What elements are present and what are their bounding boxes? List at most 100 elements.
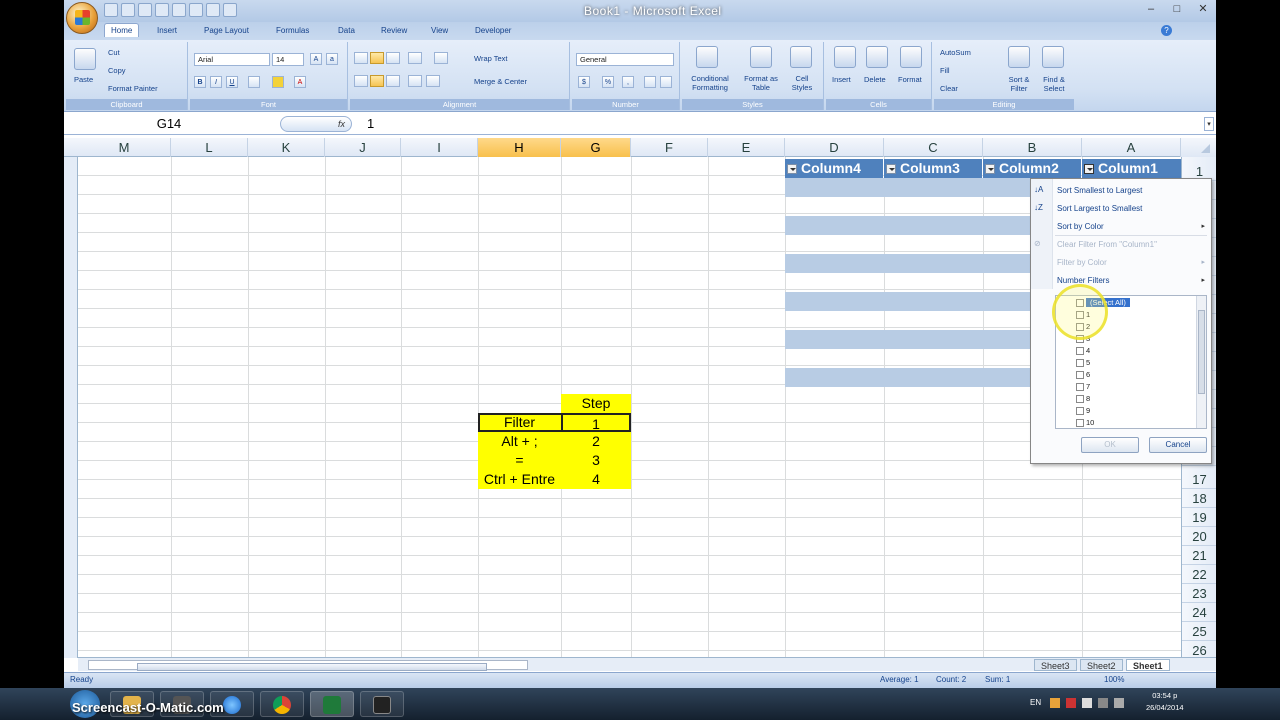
orientation-icon[interactable]: [408, 52, 422, 64]
filter-dropdown-column2[interactable]: [985, 164, 995, 174]
format-icon[interactable]: [155, 3, 169, 17]
delete-cells-button[interactable]: Delete: [864, 75, 886, 84]
insert-cells-icon[interactable]: [834, 46, 856, 68]
col-header-f[interactable]: F: [631, 138, 708, 157]
font-color-icon[interactable]: A: [294, 76, 306, 88]
align-middle-icon[interactable]: [370, 52, 384, 64]
col-header-d[interactable]: D: [785, 138, 884, 157]
formula-input[interactable]: 1: [367, 115, 374, 133]
value-checkbox[interactable]: [1076, 395, 1084, 403]
insert-cells-button[interactable]: Insert: [832, 75, 851, 84]
row-header[interactable]: 18: [1182, 489, 1216, 508]
col-header-c[interactable]: C: [884, 138, 983, 157]
insert-function-button[interactable]: fx: [280, 116, 352, 132]
font-size-select[interactable]: 14: [272, 53, 304, 66]
filter-icon[interactable]: [172, 3, 186, 17]
save-icon[interactable]: [104, 3, 118, 17]
align-bottom-icon[interactable]: [386, 52, 400, 64]
decrease-indent-icon[interactable]: [408, 75, 422, 87]
sheet-tab-sheet2[interactable]: Sheet2: [1080, 659, 1123, 671]
format-painter-button[interactable]: Format Painter: [108, 84, 158, 93]
horizontal-scrollbar[interactable]: Sheet3 Sheet2 Sheet1: [78, 657, 1216, 671]
tab-developer[interactable]: Developer: [469, 24, 517, 37]
sheet-tab-sheet3[interactable]: Sheet3: [1034, 659, 1077, 671]
network-icon[interactable]: [1098, 698, 1108, 708]
align-center-icon[interactable]: [370, 75, 384, 87]
zoom-level[interactable]: 100%: [1104, 675, 1124, 684]
value-checkbox[interactable]: [1076, 359, 1084, 367]
cell-grid[interactable]: Column4 Column3 Column2 Column1 Step Fil…: [78, 157, 1181, 657]
value-label[interactable]: 10: [1086, 418, 1094, 427]
tab-review[interactable]: Review: [375, 24, 413, 37]
paste-icon[interactable]: [74, 48, 96, 70]
col-header-m[interactable]: M: [78, 138, 171, 157]
col-header-i[interactable]: I: [401, 138, 478, 157]
fill-button[interactable]: Fill: [940, 66, 950, 75]
value-label[interactable]: 7: [1086, 382, 1090, 391]
system-clock[interactable]: 03:54 p 26/04/2014: [1146, 690, 1184, 714]
align-right-icon[interactable]: [386, 75, 400, 87]
step-action-cell[interactable]: =: [478, 451, 561, 470]
help-icon[interactable]: ?: [1161, 25, 1172, 36]
tab-page-layout[interactable]: Page Layout: [198, 24, 255, 37]
tab-view[interactable]: View: [425, 24, 454, 37]
filter-dropdown-column3[interactable]: [886, 164, 896, 174]
row-header[interactable]: 21: [1182, 546, 1216, 565]
row-header[interactable]: 22: [1182, 565, 1216, 584]
row-header[interactable]: 23: [1182, 584, 1216, 603]
bold-icon[interactable]: B: [194, 76, 206, 88]
undo-icon[interactable]: [121, 3, 135, 17]
format-as-table-icon[interactable]: [750, 46, 772, 68]
value-checkbox[interactable]: [1076, 371, 1084, 379]
conditional-formatting-icon[interactable]: [696, 46, 718, 68]
row-header[interactable]: 17: [1182, 470, 1216, 489]
shrink-font-icon[interactable]: a: [326, 53, 338, 65]
underline-icon[interactable]: U: [226, 76, 238, 88]
value-label[interactable]: 9: [1086, 406, 1090, 415]
list-scrollbar[interactable]: [1196, 296, 1206, 428]
cut-button[interactable]: Cut: [108, 48, 120, 57]
taskbar-app-excel[interactable]: [310, 691, 354, 717]
value-checkbox[interactable]: [1076, 419, 1084, 427]
preview-icon[interactable]: [223, 3, 237, 17]
increase-indent-icon[interactable]: [426, 75, 440, 87]
number-format-select[interactable]: General: [576, 53, 674, 66]
tab-formulas[interactable]: Formulas: [270, 24, 315, 37]
col-header-l[interactable]: L: [171, 138, 248, 157]
step-action-cell[interactable]: Alt + ;: [478, 432, 561, 451]
select-all-corner[interactable]: [1181, 138, 1216, 157]
filter-by-color-item[interactable]: Filter by Color: [1057, 258, 1107, 267]
taskbar-app-chrome[interactable]: [260, 691, 304, 717]
increase-decimal-icon[interactable]: [644, 76, 656, 88]
align-left-icon[interactable]: [354, 75, 368, 87]
col-header-e[interactable]: E: [708, 138, 785, 157]
font-name-select[interactable]: Arial: [194, 53, 270, 66]
filter-dropdown-column1[interactable]: [1084, 164, 1094, 174]
value-checkbox[interactable]: [1076, 407, 1084, 415]
scroll-thumb[interactable]: [137, 663, 487, 671]
align-top-icon[interactable]: [354, 52, 368, 64]
tab-home[interactable]: Home: [104, 23, 140, 37]
sort-by-color-item[interactable]: Sort by Color: [1057, 222, 1104, 231]
row-header[interactable]: 26: [1182, 641, 1216, 657]
active-cell[interactable]: 1: [561, 413, 631, 432]
table-icon[interactable]: [189, 3, 203, 17]
italic-icon[interactable]: I: [210, 76, 222, 88]
language-indicator[interactable]: EN: [1030, 698, 1041, 707]
comma-icon[interactable]: ,: [622, 76, 634, 88]
format-cells-button[interactable]: Format: [898, 75, 922, 84]
print-icon[interactable]: [206, 3, 220, 17]
fill-color-icon[interactable]: [272, 76, 284, 88]
list-scroll-thumb[interactable]: [1198, 310, 1205, 394]
sheet-tab-sheet1[interactable]: Sheet1: [1126, 659, 1170, 671]
autosum-button[interactable]: AutoSum: [940, 48, 971, 57]
currency-icon[interactable]: $: [578, 76, 590, 88]
grow-font-icon[interactable]: A: [310, 53, 322, 65]
row-header[interactable]: 24: [1182, 603, 1216, 622]
delete-cells-icon[interactable]: [866, 46, 888, 68]
expand-formula-bar-icon[interactable]: ▾: [1204, 117, 1214, 131]
cancel-button[interactable]: Cancel: [1149, 437, 1207, 453]
col-header-g[interactable]: G: [561, 138, 631, 157]
clear-button[interactable]: Clear: [940, 84, 958, 93]
col-header-j[interactable]: J: [325, 138, 401, 157]
